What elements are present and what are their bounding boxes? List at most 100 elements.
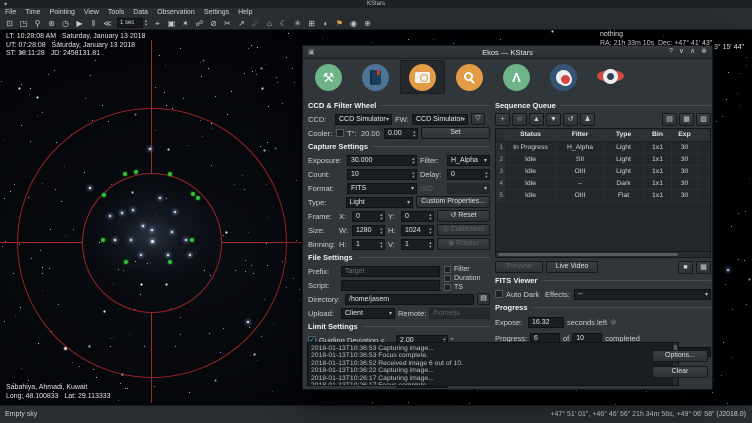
geo-location-icon[interactable]: ⊛ [45,18,58,29]
toggle-moon-icon[interactable]: ☾ [277,18,290,29]
menu-pointing[interactable]: Pointing [50,9,75,16]
queue-save-button[interactable]: ▦ [679,113,694,126]
tab-focus[interactable] [447,60,492,94]
effects-select[interactable]: -- [574,289,711,300]
tab-align[interactable] [588,60,633,94]
delay-input[interactable]: 0 [447,169,490,180]
zoom-fit-icon[interactable]: ⊡ [3,18,16,29]
size-w-input[interactable]: 1280 [352,225,385,236]
frame-y-input[interactable]: 0 [401,211,434,222]
frame-reset-button[interactable]: ↺ Reset [437,210,490,222]
table-row[interactable]: 1In ProgressH_AlphaLight1x130 [496,142,710,154]
timestep-arrows-icon[interactable]: ▲▼ [144,19,148,27]
view-image-icon[interactable]: ▣ [165,18,178,29]
bin-h-input[interactable]: 1 [352,239,385,250]
time-run-icon[interactable]: ▶ [73,18,86,29]
upload-select[interactable]: Client [341,308,395,319]
filter-select[interactable]: H_Alpha [447,155,490,166]
auto-dark-checkbox[interactable] [495,290,503,298]
time-pause-icon[interactable]: ‖ [87,18,100,29]
set-temperature-button[interactable]: Set [421,127,490,139]
queue-reset-button[interactable]: ↺ [563,113,578,126]
browse-directory-button[interactable]: ▤ [477,293,490,305]
live-video-button[interactable]: Live Video [546,261,598,273]
dialog-shade-button[interactable]: ∨ [679,46,684,58]
custom-properties-button[interactable]: Custom Properties... [416,196,490,208]
fw-select[interactable]: CCD Simulator [412,114,468,125]
tab-capture[interactable] [400,60,445,94]
table-row[interactable]: 2IdleSIILight1x130 [496,154,710,166]
table-row[interactable]: 4Idle--Dark1x130 [496,178,710,190]
prefix-ts-checkbox[interactable] [444,284,451,291]
rotator-button[interactable]: ◉ Rotator [437,238,490,250]
menu-observation[interactable]: Observation [157,9,195,16]
timestep-value[interactable]: 1 sec [117,18,143,28]
toggle-constellations-icon[interactable]: ☍ [193,18,206,29]
frame-x-input[interactable]: 0 [352,211,385,222]
toggle-supernovae-icon[interactable]: ✳ [291,18,304,29]
queue-move-up-button[interactable]: ▲ [529,113,544,126]
calibration-button[interactable]: ◎ Calibration [437,224,490,236]
find-object-icon[interactable]: ⚲ [31,18,44,29]
directory-input[interactable]: /home/jasem [345,294,474,305]
eye-preview-icon[interactable]: ◉ [347,18,360,29]
pause-sequence-button[interactable]: ▦ [696,261,711,274]
preview-button[interactable]: Preview [495,261,543,273]
observation-flag-icon[interactable]: ⚑ [333,18,346,29]
dialog-maximize-button[interactable]: ∧ [690,46,695,58]
temp-setpoint-input[interactable]: 0.00 [384,128,418,139]
table-h-scrollbar[interactable] [495,252,711,258]
queue-observer-button[interactable]: ♟ [580,113,595,126]
crosshair-icon[interactable]: ⊕ [361,18,374,29]
clear-button[interactable]: Clear [652,366,708,378]
cooler-checkbox[interactable] [336,129,344,137]
size-h-input[interactable]: 1024 [401,225,434,236]
tab-setup[interactable]: ⚒ [306,60,351,94]
queue-open-button[interactable]: ▤ [662,113,677,126]
ccd-select[interactable]: CCD Simulator [335,114,392,125]
type-select[interactable]: Light [346,197,414,208]
timestep-control[interactable]: 1 sec ▲▼ [117,18,148,28]
options-button[interactable]: Options... [652,350,708,362]
table-row[interactable]: 5IdleOIIIFlat1x130 [496,190,710,202]
sequence-table[interactable]: Status Filter Type Bin Exp 1In ProgressH… [495,128,711,252]
dialog-help-button[interactable]: ? [669,46,673,58]
tab-mount[interactable]: Λ [494,60,539,94]
menu-tools[interactable]: Tools [108,9,124,16]
zoom-window-icon[interactable]: ◳ [17,18,30,29]
prefix-filter-checkbox[interactable] [444,266,451,273]
prefix-input[interactable]: Target [341,266,440,277]
time-rewind-icon[interactable]: ≪ [101,18,114,29]
script-input[interactable] [341,280,440,291]
pointing-focus-icon[interactable]: ⌖ [151,18,164,29]
tab-scheduler[interactable] [353,60,398,94]
menu-view[interactable]: View [84,9,99,16]
dome-icon[interactable]: ◗ [319,18,332,29]
queue-remove-button[interactable]: ⊗ [512,113,527,126]
tab-guide[interactable] [541,60,586,94]
toggle-milkyway-icon[interactable]: ✂ [221,18,234,29]
stop-sequence-button[interactable]: ■ [678,261,693,274]
toggle-grid-icon[interactable]: ⊞ [305,18,318,29]
exposure-input[interactable]: 30.000 [347,155,417,166]
menu-help[interactable]: Help [238,9,252,16]
log-view[interactable]: 2018-01-13T10:36:53 Capturing image... 2… [307,342,679,386]
menu-data[interactable]: Data [133,9,148,16]
bin-v-input[interactable]: 1 [401,239,434,250]
toggle-dso-icon[interactable]: ⊘ [207,18,220,29]
pointer-tool-icon[interactable]: ↗ [235,18,248,29]
set-time-icon[interactable]: ◷ [59,18,72,29]
format-select[interactable]: FITS [347,183,417,194]
queue-save-as-button[interactable]: ▧ [696,113,711,126]
toggle-horizon-icon[interactable]: ⌂ [263,18,276,29]
menu-settings[interactable]: Settings [204,9,229,16]
toggle-comets-icon[interactable]: ☄ [249,18,262,29]
menu-time[interactable]: Time [25,9,40,16]
queue-add-button[interactable]: + [495,113,510,126]
queue-move-down-button[interactable]: ▼ [546,113,561,126]
table-row[interactable]: 3IdleOIIILight1x130 [496,166,710,178]
dialog-close-button[interactable]: ⊗ [701,46,707,58]
count-input[interactable]: 10 [347,169,417,180]
window-titlebar[interactable]: ✦ KStars [0,0,752,8]
dialog-titlebar[interactable]: ▣ Ekos — KStars ? ∨ ∧ ⊗ [303,46,712,59]
